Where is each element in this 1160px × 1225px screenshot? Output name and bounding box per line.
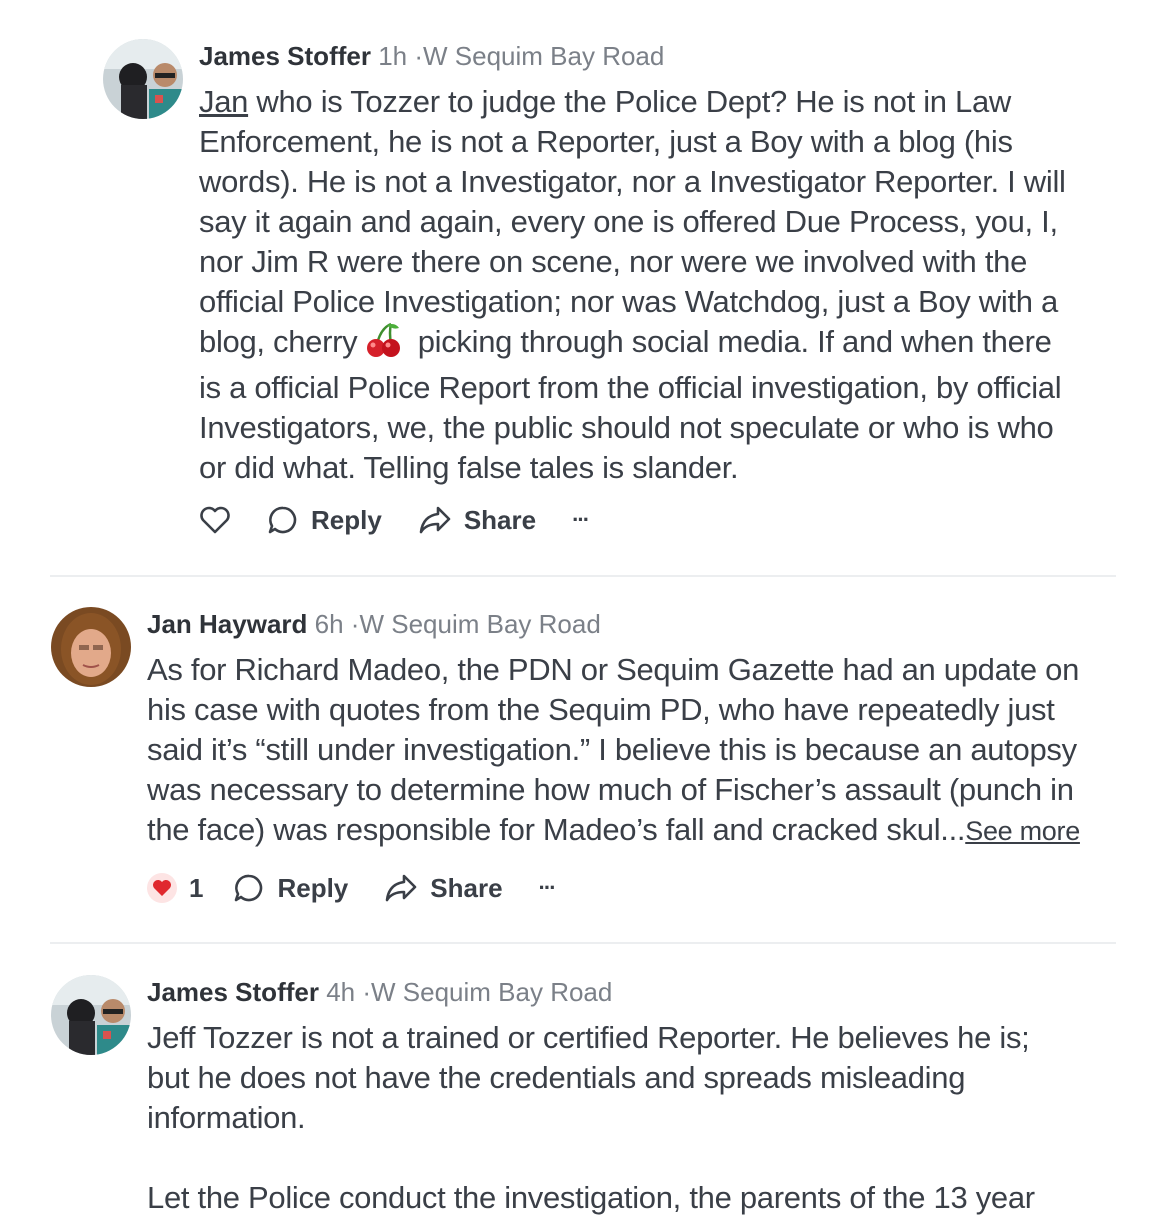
- comment-line: blog, cherry picking through social medi…: [199, 322, 1119, 368]
- share-label: Share: [430, 872, 503, 903]
- author-location[interactable]: W Sequim Bay Road: [359, 609, 600, 639]
- reply-label: Reply: [311, 504, 382, 535]
- cherries-icon: [363, 322, 403, 368]
- avatar-photo-icon: [51, 975, 131, 1055]
- reply-button[interactable]: Reply: [233, 872, 348, 904]
- see-more-link[interactable]: See more: [965, 816, 1080, 846]
- heart-outline-icon: [200, 506, 230, 534]
- meta-separator: ·: [414, 41, 424, 71]
- author-location[interactable]: W Sequim Bay Road: [371, 977, 612, 1007]
- comment-line: said it’s “still under investigation.” I…: [147, 732, 1077, 767]
- divider: [50, 575, 1116, 577]
- comment-line: Jeff Tozzer is not a trained or certifie…: [147, 1020, 1030, 1055]
- reaction-button[interactable]: 1: [147, 873, 203, 904]
- comment-actions: Reply Share ···: [199, 500, 624, 540]
- comment-line: his case with quotes from the Sequim PD,…: [147, 692, 1055, 727]
- comment-line: is a official Police Report from the off…: [199, 370, 1062, 405]
- comment-meta: James Stoffer 4h ·W Sequim Bay Road: [147, 976, 612, 1008]
- comment-line: [147, 1138, 1122, 1178]
- comment-body: Jeff Tozzer is not a trained or certifie…: [147, 1018, 1122, 1218]
- comment-line: Enforcement, he is not a Reporter, just …: [199, 124, 1013, 159]
- share-arrow-icon: [385, 874, 417, 902]
- comment-bubble-icon: [268, 506, 297, 534]
- more-options-button[interactable]: ···: [538, 875, 557, 901]
- comment-meta: Jan Hayward 6h ·W Sequim Bay Road: [147, 608, 601, 640]
- avatar[interactable]: [51, 975, 131, 1055]
- more-dots-icon: ···: [572, 507, 590, 532]
- comment-line: Investigators, we, the public should not…: [199, 410, 1054, 445]
- comment-line: information.: [147, 1100, 306, 1135]
- like-button[interactable]: [199, 505, 231, 535]
- reaction-count: 1: [189, 872, 204, 903]
- comment-line: the face) was responsible for Madeo’s fa…: [147, 812, 1080, 847]
- avatar[interactable]: [103, 39, 183, 119]
- reaction-bubble: [147, 873, 177, 903]
- author-name[interactable]: James Stoffer: [199, 41, 371, 71]
- comment-line: nor Jim R were there on scene, nor were …: [199, 244, 1028, 279]
- comment-line: words). He is not a Investigator, nor a …: [199, 164, 1066, 199]
- comment-time: 4h: [326, 977, 356, 1007]
- comment-line: or did what. Telling false tales is slan…: [199, 450, 739, 485]
- heart-icon: [153, 880, 171, 896]
- comment-line: Jan who is Tozzer to judge the Police De…: [199, 84, 1012, 119]
- share-button[interactable]: Share: [384, 872, 503, 904]
- avatar-photo-icon: [51, 607, 131, 687]
- comment-line: Let the Police conduct the investigation…: [147, 1180, 1035, 1215]
- comment-actions: 1 Reply Share ···: [147, 868, 591, 908]
- comment-line: say it again and again, every one is off…: [199, 204, 1058, 239]
- comment-meta: James Stoffer 1h ·W Sequim Bay Road: [199, 40, 664, 72]
- comment-time: 6h: [314, 609, 344, 639]
- more-dots-icon: ···: [538, 875, 557, 900]
- reply-button[interactable]: Reply: [267, 504, 382, 536]
- author-location[interactable]: W Sequim Bay Road: [423, 41, 664, 71]
- comment-line: was necessary to determine how much of F…: [147, 772, 1074, 807]
- meta-separator: ·: [362, 977, 372, 1007]
- comment-body: Jan who is Tozzer to judge the Police De…: [199, 82, 1119, 488]
- mention-link[interactable]: Jan: [199, 84, 248, 119]
- divider: [50, 942, 1116, 944]
- comment-time: 1h: [378, 41, 408, 71]
- share-label: Share: [463, 504, 537, 535]
- share-button[interactable]: Share: [418, 505, 536, 536]
- comment-line: but he does not have the credentials and…: [147, 1060, 966, 1095]
- comment-bubble-icon: [235, 874, 263, 902]
- share-arrow-icon: [419, 506, 451, 534]
- author-name[interactable]: James Stoffer: [147, 977, 319, 1007]
- avatar-photo-icon: [103, 39, 183, 119]
- comment-body: As for Richard Madeo, the PDN or Sequim …: [147, 650, 1122, 851]
- avatar[interactable]: [51, 607, 131, 687]
- reply-label: Reply: [277, 872, 349, 903]
- comment-line: official Police Investigation; nor was W…: [199, 284, 1058, 319]
- author-name[interactable]: Jan Hayward: [147, 609, 307, 639]
- comment-line: As for Richard Madeo, the PDN or Sequim …: [147, 652, 1080, 687]
- more-options-button[interactable]: ···: [572, 507, 590, 533]
